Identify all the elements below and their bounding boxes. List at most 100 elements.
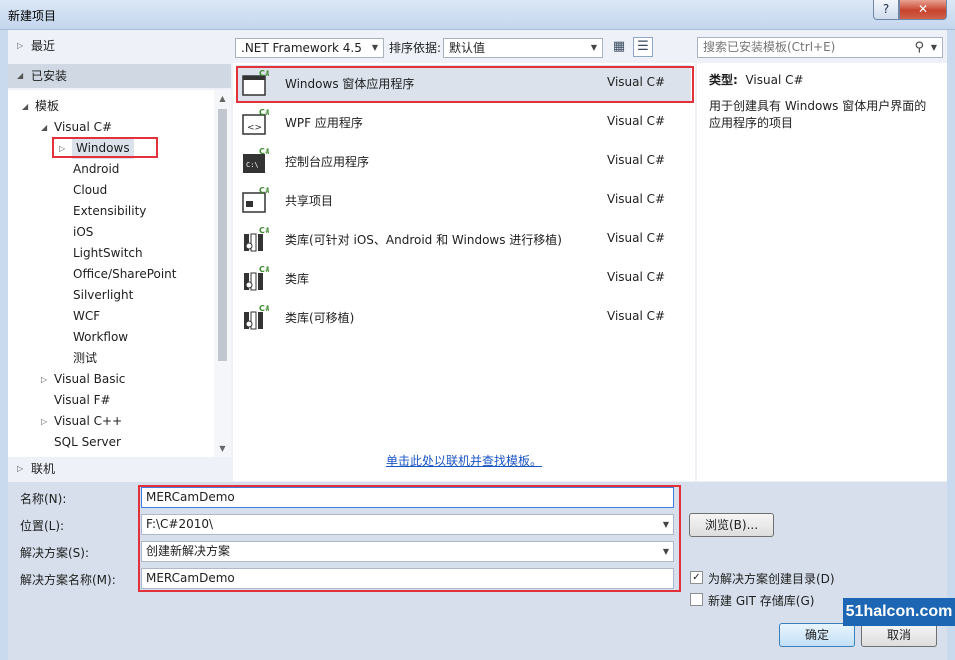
tree-node-label: 测试 xyxy=(73,351,98,365)
project-settings-panel: 名称(N): MERCamDemo 位置(L): F:\C#2010\ ▼ 解决方… xyxy=(8,482,947,660)
template-item[interactable]: <> C# WPF 应用程序 Visual C# xyxy=(237,104,691,141)
tree-node-label: Cloud xyxy=(73,183,108,197)
chevron-down-icon[interactable]: ▼ xyxy=(663,515,669,534)
svg-text:C#: C# xyxy=(259,148,269,156)
scroll-up-icon[interactable]: ▲ xyxy=(214,90,231,107)
chevron-down-icon: ▼ xyxy=(590,43,597,52)
template-item[interactable]: C# 类库(可针对 iOS、Android 和 Windows 进行移植) Vi… xyxy=(237,221,691,258)
location-field[interactable]: F:\C#2010\ ▼ xyxy=(141,514,674,535)
solution-name-field[interactable]: MERCamDemo xyxy=(141,568,674,589)
close-button[interactable]: ✕ xyxy=(899,0,947,20)
tree-installed[interactable]: ◢ 已安装 xyxy=(8,64,231,88)
tree-node-label: Visual F# xyxy=(54,393,111,407)
template-name: 类库 xyxy=(285,272,310,286)
tree-node-label: Visual Basic xyxy=(54,372,126,386)
tree-node-wcf[interactable]: WCF xyxy=(73,306,100,327)
expand-arrow-icon[interactable]: ▷ xyxy=(41,411,47,432)
tree-node-android[interactable]: Android xyxy=(73,159,119,180)
tree-recent-label: 最近 xyxy=(31,39,56,53)
solution-label: 解决方案(S): xyxy=(20,546,90,560)
tree-scrollbar[interactable]: ▲ ▼ xyxy=(214,90,231,457)
sort-dropdown[interactable]: 默认值 ▼ xyxy=(443,38,603,58)
checkmark-icon[interactable]: ✓ xyxy=(690,571,703,584)
location-label: 位置(L): xyxy=(20,519,65,533)
tree-node-label: Visual C++ xyxy=(54,414,123,428)
template-item[interactable]: C# 类库(可移植) Visual C# xyxy=(237,299,691,336)
chevron-down-icon[interactable]: ▼ xyxy=(663,542,669,561)
tree-node-label: Windows xyxy=(76,141,130,155)
tree-node-extensibility[interactable]: Extensibility xyxy=(73,201,146,222)
template-name: Windows 窗体应用程序 xyxy=(285,77,415,91)
template-details-panel: 类型: Visual C# 用于创建具有 Windows 窗体用户界面的应用程序… xyxy=(697,63,947,481)
search-icon[interactable]: ⚲ xyxy=(914,38,924,57)
tree-node-label: Visual C# xyxy=(54,120,113,134)
tree-node-silverlight[interactable]: Silverlight xyxy=(73,285,133,306)
collapse-arrow-icon[interactable]: ◢ xyxy=(17,64,23,88)
template-description: 用于创建具有 Windows 窗体用户界面的应用程序的项目 xyxy=(709,99,927,130)
tree-node-sql-server[interactable]: SQL Server xyxy=(54,432,121,453)
collapse-arrow-icon[interactable]: ◢ xyxy=(22,96,28,117)
template-item[interactable]: C:\C# 控制台应用程序 Visual C# xyxy=(237,143,691,180)
online-templates-link[interactable]: 单击此处以联机并查找模板。 xyxy=(386,452,542,469)
template-toolbar: .NET Framework 4.5 ▼ 排序依据: 默认值 ▼ ▦ ☰ xyxy=(233,36,695,60)
template-name: WPF 应用程序 xyxy=(285,116,363,130)
template-name: 控制台应用程序 xyxy=(285,155,370,169)
template-item[interactable]: C# 共享项目 Visual C# xyxy=(237,182,691,219)
template-name: 类库(可针对 iOS、Android 和 Windows 进行移植) xyxy=(285,233,562,247)
template-language: Visual C# xyxy=(607,270,666,284)
tree-recent[interactable]: ▷ 最近 xyxy=(8,34,231,58)
tree-node-label: WCF xyxy=(73,309,101,323)
tree-online-label: 联机 xyxy=(31,462,56,476)
chevron-down-icon[interactable]: ▼ xyxy=(931,38,937,57)
expand-arrow-icon[interactable]: ▷ xyxy=(17,457,23,481)
tree-online[interactable]: ▷ 联机 xyxy=(8,457,231,481)
tree-node-visual-basic[interactable]: ▷ Visual Basic xyxy=(41,369,126,390)
tree-node-workflow[interactable]: Workflow xyxy=(73,327,128,348)
unchecked-box-icon[interactable] xyxy=(690,593,703,606)
tree-node-visual-cpp[interactable]: ▷ Visual C++ xyxy=(41,411,123,432)
name-label: 名称(N): xyxy=(20,492,67,506)
search-input[interactable]: 搜索已安装模板(Ctrl+E) ⚲ ▼ xyxy=(697,37,943,58)
template-item[interactable]: C# Windows 窗体应用程序 Visual C# xyxy=(237,65,691,102)
tree-node-windows[interactable]: ▷ Windows xyxy=(59,138,134,159)
small-icons-view-icon[interactable]: ▦ xyxy=(609,37,629,57)
cancel-button[interactable]: 取消 xyxy=(861,623,937,647)
scroll-thumb[interactable] xyxy=(218,109,227,361)
tree-node-visual-fsharp[interactable]: Visual F# xyxy=(54,390,111,411)
tree-node-office-sharepoint[interactable]: Office/SharePoint xyxy=(73,264,177,285)
tree-node-label: iOS xyxy=(73,225,94,239)
portable-library-icon: C# xyxy=(244,304,269,330)
name-field[interactable]: MERCamDemo xyxy=(141,487,674,508)
tree-node-lightswitch[interactable]: LightSwitch xyxy=(73,243,143,264)
git-repo-label: 新建 GIT 存储库(G) xyxy=(708,594,815,608)
tree-node-cloud[interactable]: Cloud xyxy=(73,180,107,201)
tree-node-ios[interactable]: iOS xyxy=(73,222,93,243)
scroll-down-icon[interactable]: ▼ xyxy=(214,440,231,457)
svg-text:C#: C# xyxy=(259,109,269,117)
portable-class-library-icon: C# xyxy=(244,226,269,252)
tree-node-label: Extensibility xyxy=(73,204,147,218)
template-language: Visual C# xyxy=(607,153,666,167)
expand-arrow-icon[interactable]: ▷ xyxy=(17,34,23,58)
solution-dropdown[interactable]: 创建新解决方案 ▼ xyxy=(141,541,674,562)
search-placeholder: 搜索已安装模板(Ctrl+E) xyxy=(703,40,836,54)
expand-arrow-icon[interactable]: ▷ xyxy=(59,138,65,159)
tree-node-test[interactable]: 测试 xyxy=(73,348,97,369)
tree-node-templates[interactable]: ◢ 模板 xyxy=(22,96,59,117)
tree-node-visual-csharp[interactable]: ◢ Visual C# xyxy=(41,117,113,138)
svg-text:C#: C# xyxy=(259,187,269,195)
list-view-icon[interactable]: ☰ xyxy=(633,37,653,57)
chevron-down-icon: ▼ xyxy=(371,43,378,52)
tree-node-label: Android xyxy=(73,162,120,176)
template-language: Visual C# xyxy=(607,231,666,245)
browse-button[interactable]: 浏览(B)... xyxy=(689,513,774,537)
template-item[interactable]: C# 类库 Visual C# xyxy=(237,260,691,297)
ok-button[interactable]: 确定 xyxy=(779,623,855,647)
framework-dropdown[interactable]: .NET Framework 4.5 ▼ xyxy=(235,38,384,58)
expand-arrow-icon[interactable]: ▷ xyxy=(41,369,47,390)
collapse-arrow-icon[interactable]: ◢ xyxy=(41,117,47,138)
svg-text:C#: C# xyxy=(259,70,269,78)
template-name: 类库(可移植) xyxy=(285,311,355,325)
help-button[interactable]: ? xyxy=(873,0,899,20)
svg-text:<>: <> xyxy=(247,123,262,133)
